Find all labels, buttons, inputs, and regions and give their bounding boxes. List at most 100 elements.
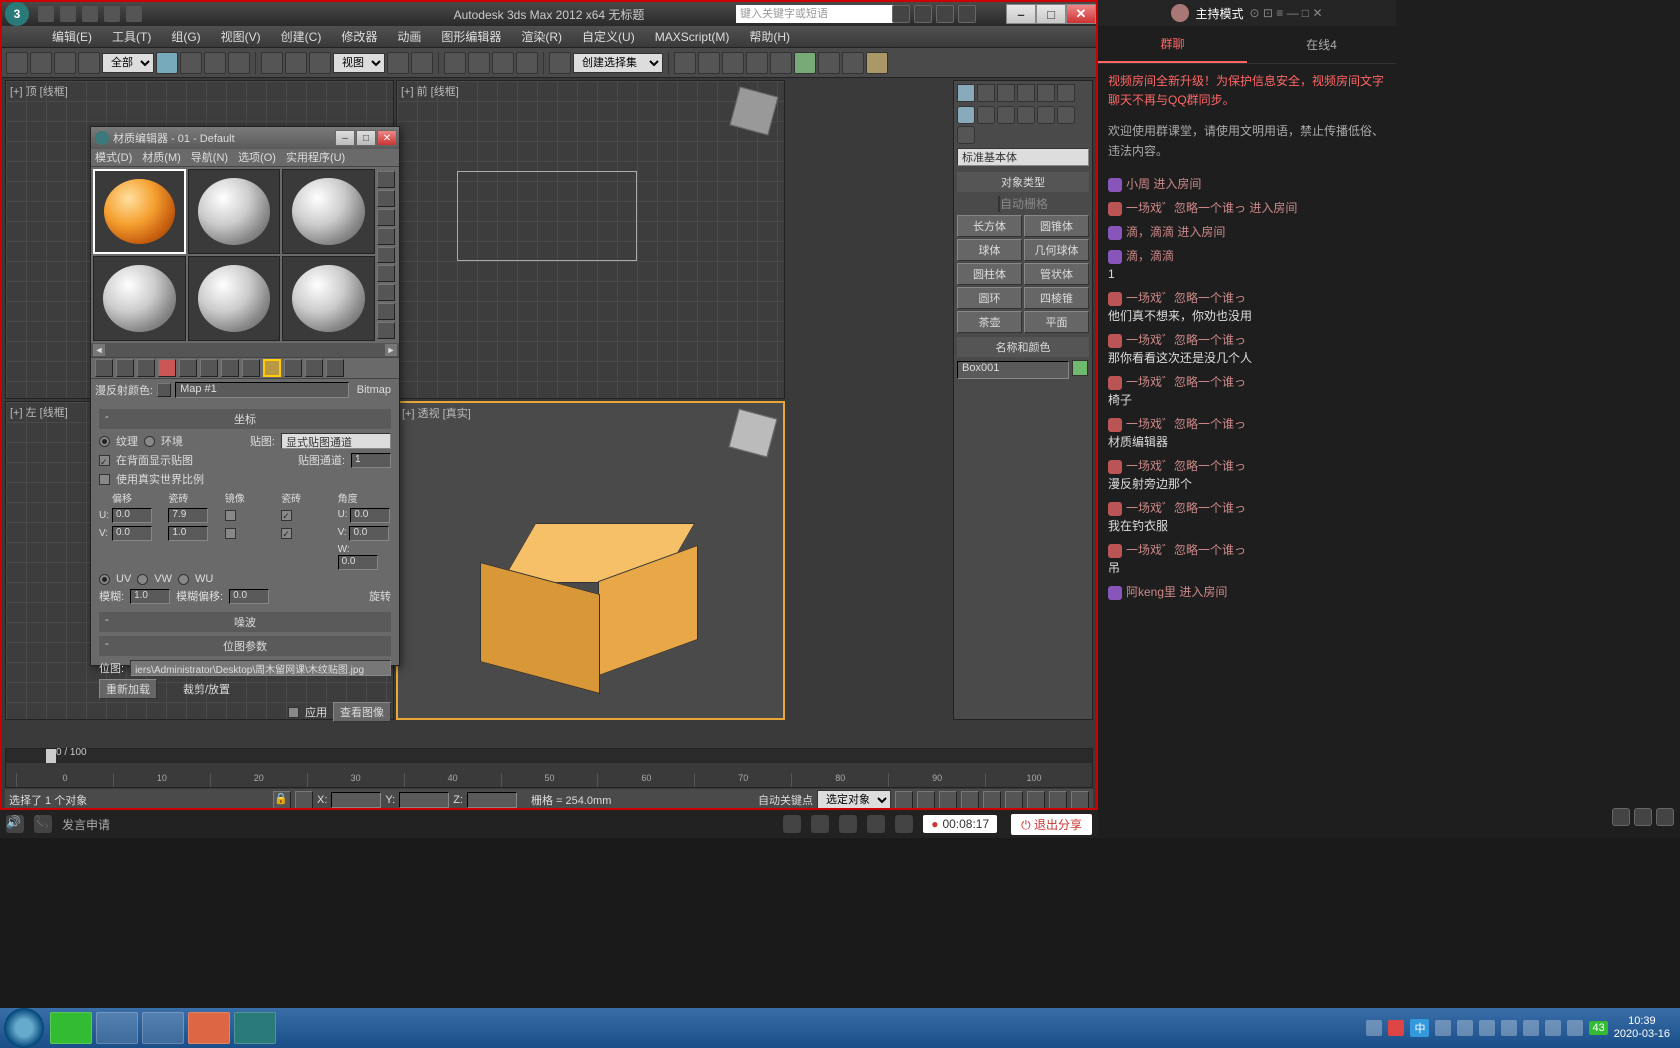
material-slot-6[interactable] — [282, 256, 375, 341]
material-editor-window[interactable]: 材质编辑器 - 01 - Default – □ ✕ 模式(D) 材质(M) 导… — [90, 126, 400, 666]
make-copy-icon[interactable] — [179, 359, 197, 377]
hierarchy-tab-icon[interactable] — [997, 84, 1015, 102]
select-by-mat-icon[interactable] — [377, 303, 395, 320]
sphere-button[interactable]: 球体 — [957, 239, 1022, 261]
layers-icon[interactable] — [722, 52, 744, 74]
menu-help[interactable]: 帮助(H) — [739, 26, 800, 48]
pyramid-button[interactable]: 四棱锥 — [1024, 287, 1089, 309]
render-icon[interactable] — [866, 52, 888, 74]
viewport-front[interactable]: [+] 前 [线框] — [396, 80, 785, 399]
menu-maxscript[interactable]: MAXScript(M) — [645, 26, 740, 48]
autokey-button[interactable]: 自动关键点 — [758, 792, 813, 808]
box-button[interactable]: 长方体 — [957, 215, 1022, 237]
u-offset-spinner[interactable]: 0.0 — [112, 508, 152, 523]
emoji-icon[interactable] — [1612, 808, 1630, 826]
material-slot-1[interactable] — [93, 169, 186, 254]
angle-snap-icon[interactable] — [468, 52, 490, 74]
mat-id-icon[interactable] — [377, 322, 395, 339]
material-slot-4[interactable] — [93, 256, 186, 341]
taskbar-app-notepad[interactable] — [142, 1012, 184, 1044]
x-input[interactable] — [331, 792, 381, 808]
music-icon[interactable] — [895, 815, 913, 833]
pick-icon[interactable] — [157, 383, 171, 397]
maximize-button[interactable]: □ — [1036, 4, 1066, 24]
tray-punct-icon[interactable] — [1435, 1020, 1451, 1036]
sample-type-icon[interactable] — [377, 171, 395, 188]
object-type-header[interactable]: 对象类型 — [957, 172, 1089, 192]
fov-icon[interactable] — [1071, 791, 1089, 809]
exit-share-button[interactable]: ⏻ 退出分享 — [1011, 814, 1092, 835]
box-3d-object[interactable] — [488, 523, 688, 673]
edit-icon[interactable] — [867, 815, 885, 833]
taskbar-app-wechat[interactable] — [50, 1012, 92, 1044]
video-icon[interactable] — [783, 815, 801, 833]
map-channel-spinner[interactable]: 1 — [351, 453, 391, 468]
lights-icon[interactable] — [997, 106, 1015, 124]
tray-emoji-icon[interactable] — [1457, 1020, 1473, 1036]
mic-icon[interactable] — [839, 815, 857, 833]
u-angle-spinner[interactable]: 0.0 — [350, 508, 390, 523]
select-name-icon[interactable] — [180, 52, 202, 74]
play-icon[interactable] — [939, 791, 957, 809]
help-icon[interactable] — [958, 5, 976, 23]
blur-spinner[interactable]: 1.0 — [130, 589, 170, 604]
render-setup-icon[interactable] — [818, 52, 840, 74]
tray-flag-icon[interactable] — [1366, 1020, 1382, 1036]
tray-sogou-icon[interactable] — [1388, 1020, 1404, 1036]
align-icon[interactable] — [698, 52, 720, 74]
mat-menu-material[interactable]: 材质(M) — [142, 149, 181, 166]
app-icon[interactable]: 3 — [5, 2, 29, 26]
taskbar-app-3dsmax[interactable] — [234, 1012, 276, 1044]
chat-username[interactable]: 一场戏゛忽略一个谁っ — [1108, 541, 1386, 559]
goto-start-icon[interactable] — [895, 791, 913, 809]
bitmap-path-button[interactable]: iers\Administrator\Desktop\周木留网课\木纹贴图.jp… — [130, 660, 391, 676]
mat-maximize-button[interactable]: □ — [356, 130, 376, 146]
go-forward-icon[interactable] — [326, 359, 344, 377]
name-color-header[interactable]: 名称和颜色 — [957, 337, 1089, 357]
background-icon[interactable] — [377, 209, 395, 226]
tray-battery[interactable]: 43 — [1589, 1021, 1607, 1035]
motion-tab-icon[interactable] — [1017, 84, 1035, 102]
timeline[interactable]: 0 / 100 0 10 20 30 40 50 60 70 80 90 100 — [5, 748, 1093, 788]
chat-username[interactable]: 一场戏゛忽略一个谁っ — [1108, 289, 1386, 307]
chat-username[interactable]: 一场戏゛忽略一个谁っ — [1108, 415, 1386, 433]
coord-rollout[interactable]: 坐标 — [99, 409, 391, 429]
bitmap-params-rollout[interactable]: 位图参数 — [99, 636, 391, 656]
tab-online[interactable]: 在线4 — [1247, 26, 1396, 63]
redo-icon[interactable] — [30, 52, 52, 74]
object-color-swatch[interactable] — [1072, 360, 1088, 376]
rotate-button[interactable]: 旋转 — [369, 588, 391, 604]
u-tile-checkbox[interactable] — [281, 510, 292, 521]
start-button[interactable] — [4, 1008, 44, 1048]
create-tab-icon[interactable] — [957, 84, 975, 102]
prev-frame-icon[interactable] — [917, 791, 935, 809]
make-unique-icon[interactable] — [200, 359, 218, 377]
w-angle-spinner[interactable]: 0.0 — [338, 555, 378, 570]
minimize-button[interactable]: – — [1006, 4, 1036, 24]
category-dropdown[interactable]: 标准基本体 — [957, 148, 1089, 166]
cone-button[interactable]: 圆锥体 — [1024, 215, 1089, 237]
reload-button[interactable]: 重新加载 — [99, 679, 157, 699]
sample-uv-icon[interactable] — [377, 228, 395, 245]
mat-menu-nav[interactable]: 导航(N) — [191, 149, 228, 166]
u-tile-spinner[interactable]: 7.9 — [168, 508, 208, 523]
scale-icon[interactable] — [309, 52, 331, 74]
mat-menu-options[interactable]: 选项(O) — [238, 149, 276, 166]
plane-button[interactable]: 平面 — [1024, 311, 1089, 333]
mirror-icon[interactable] — [674, 52, 696, 74]
u-mirror-checkbox[interactable] — [225, 510, 236, 521]
blur-offset-spinner[interactable]: 0.0 — [229, 589, 269, 604]
pivot-icon[interactable] — [387, 52, 409, 74]
taskbar-app-explorer[interactable] — [96, 1012, 138, 1044]
mapping-dropdown[interactable]: 显式贴图通道 — [281, 433, 391, 449]
apply-checkbox[interactable] — [288, 707, 299, 718]
v-angle-spinner[interactable]: 0.0 — [349, 526, 389, 541]
utilities-tab-icon[interactable] — [1057, 84, 1075, 102]
qat-new-icon[interactable] — [38, 6, 54, 22]
percent-snap-icon[interactable] — [492, 52, 514, 74]
texture-radio[interactable] — [99, 436, 110, 447]
tab-group-chat[interactable]: 群聊 — [1098, 26, 1247, 63]
chat-username[interactable]: 一场戏゛忽略一个谁っ — [1108, 457, 1386, 475]
v-mirror-checkbox[interactable] — [225, 528, 236, 539]
noise-rollout[interactable]: 噪波 — [99, 612, 391, 632]
